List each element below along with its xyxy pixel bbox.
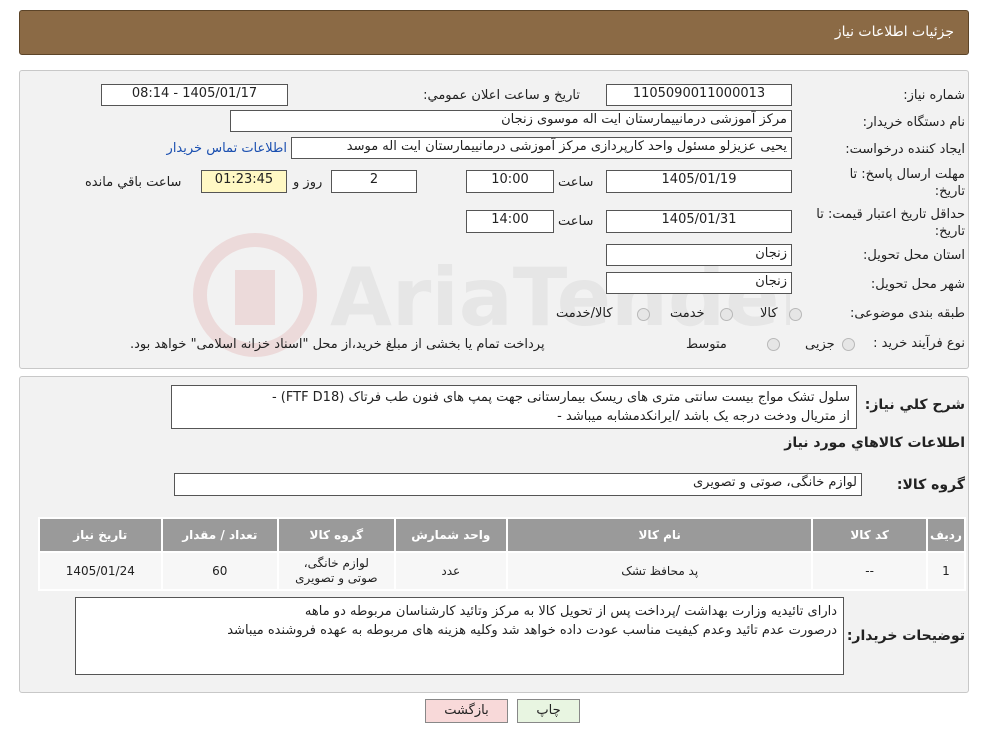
reply-date-field: 1405/01/19	[606, 170, 792, 193]
need-number-label: شماره نیاز:	[903, 88, 965, 103]
city-label: شهر محل تحويل:	[870, 277, 965, 292]
category-label: طبقه بندی موضوعی:	[849, 306, 965, 321]
process-radio-minor[interactable]	[842, 338, 855, 351]
buyer-notes-line-1: دارای تائیدیه وزارت بهداشت /پرداخت پس از…	[304, 604, 837, 619]
cell-name: پد محافظ تشک	[506, 551, 814, 591]
category-option-goods-service: کالا/خدمت	[556, 306, 613, 321]
print-button[interactable]: چاپ	[517, 699, 580, 723]
announce-field: 1405/01/17 - 08:14	[101, 84, 288, 106]
validity-time-field: 14:00	[466, 210, 554, 233]
goods-table-header: رديف کد کالا نام کالا واحد شمارش گروه کا…	[38, 517, 967, 553]
cell-qty: 60	[160, 551, 280, 591]
goods-group-label: گروه کالا:	[896, 477, 965, 493]
cell-unit: عدد	[393, 551, 509, 591]
col-date: تاريخ نياز	[38, 517, 163, 553]
table-row: 1 -- پد محافظ تشک عدد لوازم خانگی، صوتی …	[38, 551, 967, 591]
validity-date-field: 1405/01/31	[606, 210, 792, 233]
cell-group-line-2: صوتی و تصویری	[295, 571, 378, 585]
process-label: نوع فرآيند خريد :	[873, 336, 965, 351]
category-radio-service[interactable]	[720, 308, 733, 321]
contact-buyer-link[interactable]: اطلاعات تماس خريدار	[167, 141, 287, 156]
validity-label: حداقل تاريخ اعتبار قيمت: تا تاريخ:	[816, 207, 965, 239]
summary-label: شرح کلي نياز:	[864, 397, 965, 413]
goods-group-field: لوازم خانگی، صوتی و تصویری	[174, 473, 862, 496]
col-name: نام کالا	[506, 517, 814, 553]
buyer-label: نام دستگاه خريدار:	[862, 115, 965, 130]
process-option-medium: متوسط	[686, 337, 727, 352]
days-field: 2	[331, 170, 417, 193]
summary-textarea[interactable]: سلول تشک مواج بیست سانتی متری های ریسک ب…	[171, 385, 857, 429]
creator-label: ايجاد کننده درخواست:	[845, 142, 965, 157]
city-field: زنجان	[606, 272, 792, 294]
remaining-time-field: 01:23:45	[201, 170, 287, 193]
category-option-service: خدمت	[670, 306, 705, 321]
col-qty: تعداد / مقدار	[160, 517, 280, 553]
page-header: جزئیات اطلاعات نیاز	[19, 10, 969, 55]
category-radio-goods[interactable]	[789, 308, 802, 321]
goods-section-title: اطلاعات کالاهاي مورد نياز	[784, 435, 965, 451]
process-radio-medium[interactable]	[767, 338, 780, 351]
cell-group: لوازم خانگی، صوتی و تصویری	[277, 551, 396, 591]
announce-label: تاریخ و ساعت اعلان عمومي:	[423, 88, 580, 103]
reply-deadline-label: مهلت ارسال پاسخ: تا تاريخ:	[849, 167, 965, 199]
back-button[interactable]: بازگشت	[425, 699, 508, 723]
category-radio-goods-service[interactable]	[637, 308, 650, 321]
remaining-time-label: ساعت باقي مانده	[85, 175, 182, 190]
col-unit: واحد شمارش	[393, 517, 509, 553]
summary-line-2: از متریال ودخت درجه یک باشد /ایرانکدمشاب…	[557, 409, 850, 424]
category-option-goods: کالا	[760, 306, 778, 321]
cell-code: --	[811, 551, 928, 591]
buyer-notes-label: توضيحات خريدار:	[846, 628, 965, 644]
col-group: گروه کالا	[277, 517, 396, 553]
process-option-minor: جزیی	[805, 337, 835, 352]
province-field: زنجان	[606, 244, 792, 266]
cell-row: 1	[925, 551, 967, 591]
buyer-field: مرکز آموزشی درمانییمارستان ایت اله موسوی…	[230, 110, 792, 132]
cell-date: 1405/01/24	[38, 551, 163, 591]
process-note: پرداخت تمام یا بخشی از مبلغ خرید،از محل …	[130, 337, 545, 352]
need-number-field: 1105090011000013	[606, 84, 792, 106]
page-title: جزئیات اطلاعات نیاز	[834, 24, 954, 40]
buyer-notes-line-2: درصورت عدم تائید وعدم کیفیت مناسب عودت د…	[227, 623, 837, 638]
province-label: استان محل تحويل:	[863, 248, 965, 263]
creator-field: یحیی عزیزلو مسئول واحد کارپردازی مرکز آم…	[291, 137, 792, 159]
reply-time-field: 10:00	[466, 170, 554, 193]
reply-time-label: ساعت	[558, 175, 594, 190]
summary-line-1: سلول تشک مواج بیست سانتی متری های ریسک ب…	[271, 390, 850, 405]
validity-time-label: ساعت	[558, 214, 594, 229]
cell-group-line-1: لوازم خانگی،	[303, 556, 369, 570]
col-code: کد کالا	[811, 517, 928, 553]
buyer-notes-textarea[interactable]: دارای تائیدیه وزارت بهداشت /پرداخت پس از…	[75, 597, 844, 675]
days-label: روز و	[293, 175, 323, 190]
goods-table: رديف کد کالا نام کالا واحد شمارش گروه کا…	[38, 517, 967, 591]
col-row: رديف	[925, 517, 967, 553]
